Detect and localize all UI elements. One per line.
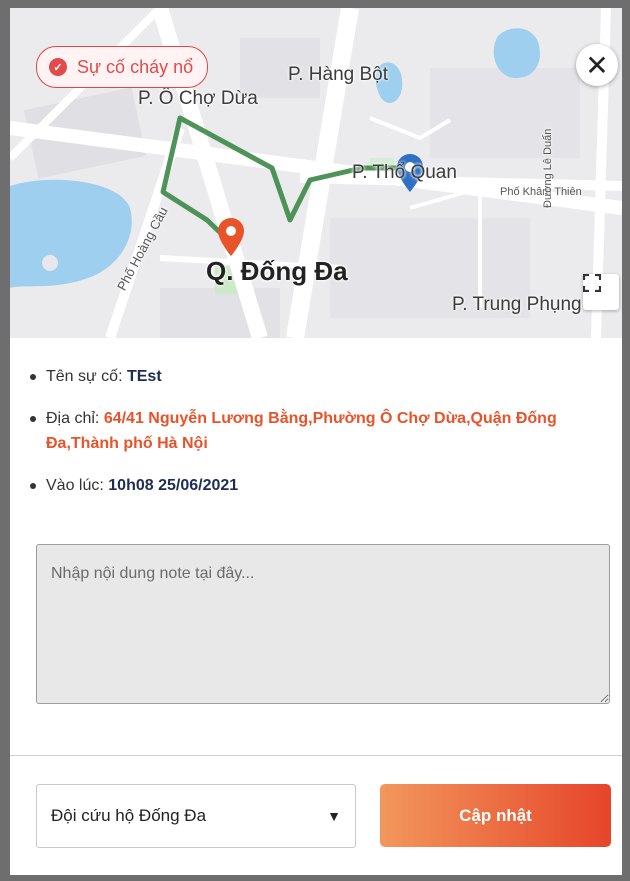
origin-marker-icon[interactable] <box>218 218 244 256</box>
note-textarea[interactable] <box>36 544 610 704</box>
window-frame-bottom <box>0 875 630 881</box>
rescue-team-select[interactable]: Đội cứu hộ Đống Đa ▼ <box>36 784 356 848</box>
incident-details: Tên sự cố: TEst Địa chỉ: 64/41 Nguyễn Lư… <box>30 364 610 515</box>
incident-name-label: Tên sự cố: <box>46 368 123 385</box>
fullscreen-button[interactable] <box>583 274 619 310</box>
close-icon: ✕ <box>585 49 609 81</box>
map-label-kham-thien: Phố Khâm Thiên <box>500 186 582 198</box>
rescue-team-value: Đội cứu hộ Đống Đa <box>51 806 207 825</box>
update-button[interactable]: Cập nhật <box>380 784 611 847</box>
incident-address-value: 64/41 Nguyễn Lương Bằng,Phường Ô Chợ Dừa… <box>46 410 557 452</box>
close-button[interactable]: ✕ <box>576 44 618 86</box>
incident-name-value: TEst <box>126 368 162 385</box>
map-label-trung-phung: P. Trung Phụng <box>452 294 582 315</box>
map-label-hang-bot: P. Hàng Bột <box>288 64 389 85</box>
window-frame-right <box>622 0 630 881</box>
incident-type-badge: ✓ Sự cố cháy nổ <box>36 46 209 88</box>
incident-name-row: Tên sự cố: TEst <box>30 364 610 389</box>
incident-address-label: Địa chỉ: <box>46 410 100 427</box>
map-label-le-duan: Đường Lê Duẩn <box>542 128 554 208</box>
window-frame-left <box>0 0 10 881</box>
map-view[interactable]: P. Hàng Bột P. Ô Chợ Dừa P. Thổ Quan Phố… <box>10 8 622 338</box>
map-label-tho-quan: P. Thổ Quan <box>352 162 457 183</box>
screen: P. Hàng Bột P. Ô Chợ Dừa P. Thổ Quan Phố… <box>0 0 630 881</box>
incident-modal: P. Hàng Bột P. Ô Chợ Dừa P. Thổ Quan Phố… <box>10 8 622 875</box>
map-label-o-cho-dua: P. Ô Chợ Dừa <box>138 88 258 109</box>
incident-type-label: Sự cố cháy nổ <box>77 56 194 77</box>
footer-divider <box>10 755 622 756</box>
incident-address-row: Địa chỉ: 64/41 Nguyễn Lương Bằng,Phường … <box>30 406 610 456</box>
incident-time-value: 10h08 25/06/2021 <box>108 477 239 494</box>
incident-time-row: Vào lúc: 10h08 25/06/2021 <box>30 473 610 498</box>
fullscreen-icon <box>583 274 601 292</box>
alert-circle-icon: ✓ <box>49 58 67 76</box>
caret-down-icon: ▼ <box>327 808 341 824</box>
map-label-dong-da: Q. Đống Đa <box>206 256 348 286</box>
incident-time-label: Vào lúc: <box>46 477 104 494</box>
window-frame-top <box>0 0 630 8</box>
